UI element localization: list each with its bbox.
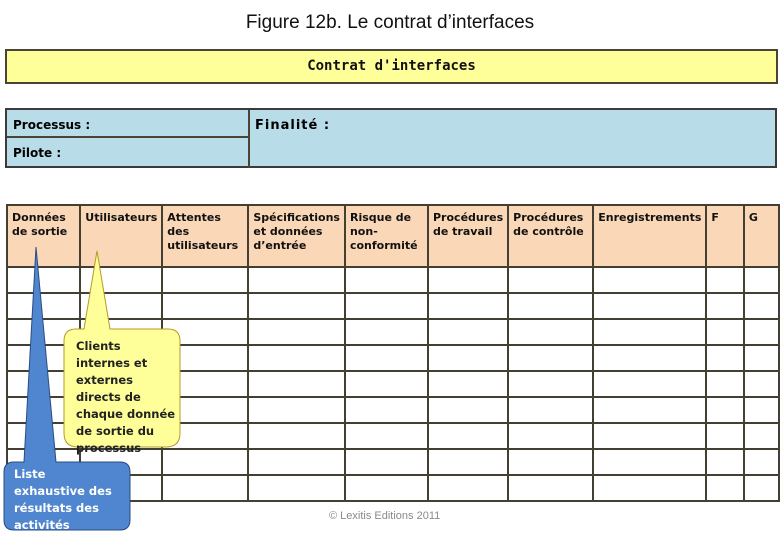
callout-donnees-sortie: Liste exhaustive des résultats des activ… (14, 467, 112, 549)
copyright-notice: © Lexitis Editions 2011 (329, 510, 441, 522)
callouts-layer (3, 246, 181, 531)
callout-utilisateurs: Clients internes et externes directs de … (76, 339, 176, 455)
